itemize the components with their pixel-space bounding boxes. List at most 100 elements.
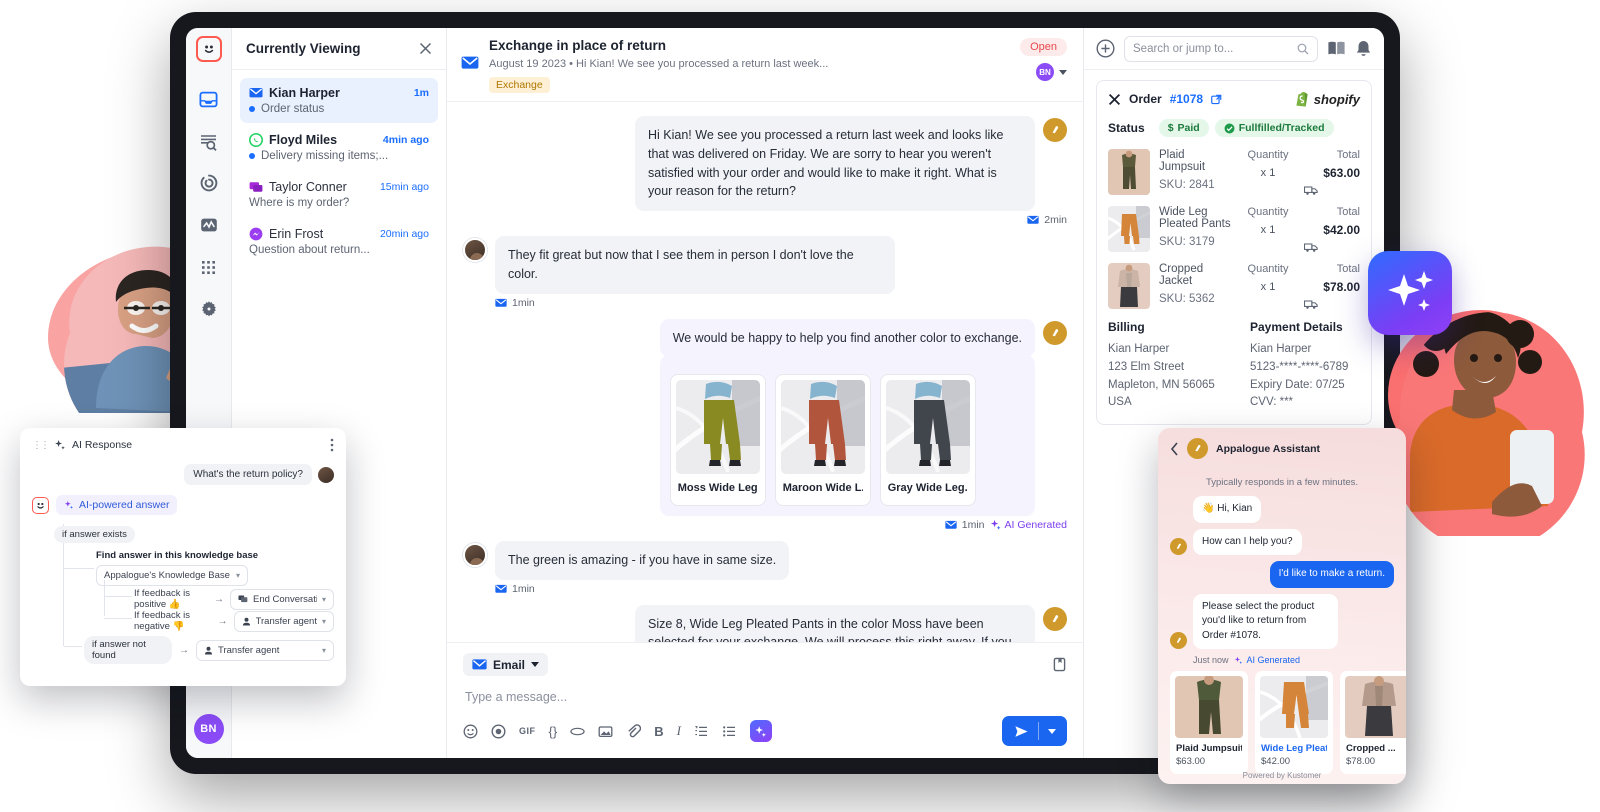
product-card[interactable]: Maroon Wide L... [775,374,871,506]
message-input[interactable]: Type a message... [465,690,1065,704]
grid-apps-icon [200,259,217,276]
send-button[interactable] [1002,716,1067,746]
payment-details: Kian Harper 5123-****-****-6789 Expiry D… [1250,341,1348,412]
kebab-menu-icon[interactable] [330,438,334,452]
unread-dot [249,153,255,159]
email-icon [495,583,507,595]
unread-dot [249,106,255,112]
close-icon[interactable] [1108,93,1121,106]
ai-flow-answer-row: AI-powered answer [32,495,334,515]
channel-label: Email [493,658,525,672]
not-found-action-select[interactable]: Transfer agent ▾ [196,640,334,661]
chat-icon [249,180,263,194]
numbered-list-icon[interactable] [694,724,709,739]
agent-icon [204,646,213,655]
search-placeholder: Search or jump to... [1133,43,1291,55]
bold-icon[interactable]: B [654,724,663,739]
order-item-sku: SKU: 3179 [1159,236,1232,248]
truck-icon[interactable] [1304,185,1360,196]
thread-meta: August 19 2023 • Hi Kian! We see you pro… [489,58,1010,70]
message-bubble: Hi Kian! We see you processed a return l… [635,116,1035,211]
product-card[interactable]: Moss Wide Leg... [670,374,766,506]
emoji-icon[interactable] [463,724,478,739]
assignee-selector[interactable]: BN [1036,63,1067,81]
chevron-down-icon: ▾ [322,646,326,655]
external-link-icon[interactable] [1211,94,1222,105]
screenshot-root: BN Currently Viewing Kian Harper 1m [0,0,1600,812]
feedback-negative-action-select[interactable]: Transfer agent ▾ [234,611,334,632]
chevron-down-icon [531,662,539,667]
message-row: They fit great but now that I see them i… [463,236,1067,294]
email-icon [249,86,263,100]
timestamp-text: 2min [1044,214,1067,226]
panel-title: Currently Viewing [246,41,361,56]
email-icon [472,657,487,672]
list-item-name: Erin Frost [269,227,374,241]
search-input[interactable]: Search or jump to... [1124,36,1318,62]
sidebar-item-reports[interactable] [193,204,225,246]
record-icon[interactable] [491,724,506,739]
gif-icon[interactable]: GIF [519,726,536,736]
list-item[interactable]: Erin Frost 20min ago Question about retu… [240,219,438,264]
chat-widget-product-carousel: Plaid Jumpsuit... $63.00 Wide Leg Pleat.… [1158,671,1406,774]
chat-widget-message: I'd like to make a return. [1270,561,1394,588]
chevron-down-icon: ▾ [236,571,240,580]
ai-flow-question: What's the return policy? [184,464,312,485]
product-name[interactable]: Wide Leg Pleat... [1261,743,1327,754]
image-icon[interactable] [598,724,613,739]
note-icon[interactable] [1052,657,1067,672]
book-icon[interactable] [1327,40,1346,57]
order-number[interactable]: #1078 [1170,92,1203,106]
product-card[interactable]: Cropped ... $78.00 [1340,671,1406,774]
ai-generated-text: AI Generated [1247,655,1301,665]
page-title: Exchange in place of return [489,38,1010,53]
avatar[interactable]: BN [194,714,224,744]
response-time-note: Typically responds in a few minutes. [1158,477,1406,488]
italic-icon[interactable]: I [677,723,681,739]
channel-selector[interactable]: Email [463,653,548,676]
timestamp-text: 1min [962,519,985,531]
order-item-qty: x 1 [1241,281,1295,293]
ai-powered-answer-pill[interactable]: AI-powered answer [56,495,177,515]
order-item-sku: SKU: 2841 [1159,179,1232,191]
sidebar-item-apps[interactable] [193,246,225,288]
agent-avatar [1043,118,1067,142]
list-item[interactable]: Kian Harper 1m Order status [240,78,438,123]
ai-assist-icon[interactable] [750,720,772,742]
product-image [886,380,970,474]
snippet-icon[interactable]: {} [549,724,558,739]
timestamp-text: 1min [512,583,535,595]
list-item-time: 4min ago [383,134,429,146]
sidebar-item-settings[interactable] [193,288,225,330]
list-item[interactable]: Taylor Conner 15min ago Where is my orde… [240,172,438,217]
chevron-down-icon[interactable] [1048,729,1056,734]
product-card[interactable]: Gray Wide Leg... [880,374,976,506]
list-item[interactable]: Floyd Miles 4min ago Delivery missing it… [240,125,438,170]
timestamp-text: 1min [512,297,535,309]
drag-handle-icon[interactable]: ⋮⋮ [32,440,48,451]
list-item-preview: Question about return... [249,244,370,256]
chat-widget-message: 👋 Hi, Kian [1193,496,1261,523]
feedback-positive-action-select[interactable]: End Conversation ▾ [230,589,334,610]
sidebar-item-activity[interactable] [193,162,225,204]
tag-icon[interactable] [570,724,585,739]
sidebar-item-inbox[interactable] [193,78,225,120]
close-icon[interactable] [419,42,432,55]
attachment-icon[interactable] [626,724,641,739]
bell-icon[interactable] [1355,40,1372,58]
refresh-circle-icon [200,174,218,192]
sidebar-item-search-queue[interactable] [193,120,225,162]
truck-icon[interactable] [1304,299,1360,310]
plus-circle-icon[interactable] [1096,39,1115,58]
truck-icon[interactable] [1304,242,1360,253]
knowledge-base-select[interactable]: Appalogue's Knowledge Base ▾ [96,565,248,586]
bulleted-list-icon[interactable] [722,724,737,739]
product-card[interactable]: Wide Leg Pleat... $42.00 [1255,671,1333,774]
email-icon [495,297,507,309]
order-item-total: $78.00 [1304,280,1360,294]
product-card[interactable]: Plaid Jumpsuit... $63.00 [1170,671,1248,774]
chat-widget-message: Please select the product you'd like to … [1193,594,1338,650]
chevron-down-icon [1059,70,1067,75]
chevron-left-icon[interactable] [1170,442,1179,456]
agent-avatar [1043,607,1067,631]
